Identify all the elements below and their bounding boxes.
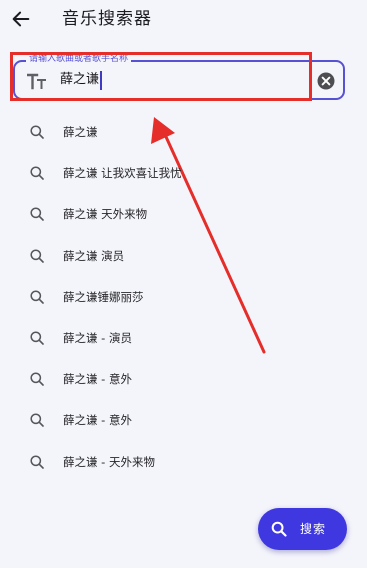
page-title: 音乐搜索器	[62, 9, 152, 29]
clear-circle-icon[interactable]	[317, 72, 335, 90]
search-icon	[30, 166, 44, 180]
suggestion-text: 薛之谦 演员	[63, 248, 125, 263]
back-arrow-icon[interactable]	[10, 8, 32, 30]
text-cursor	[100, 70, 103, 90]
suggestion-item[interactable]: 薛之谦锤娜丽莎	[0, 277, 367, 318]
search-icon	[30, 413, 44, 428]
search-input-text: 薛之谦	[60, 72, 100, 87]
search-input-value[interactable]: 薛之谦	[60, 70, 103, 90]
search-icon	[30, 207, 44, 222]
text-format-icon	[27, 73, 46, 90]
suggestion-item[interactable]: 薛之谦 - 意外	[0, 400, 367, 441]
suggestion-item[interactable]: 薛之谦 演员	[0, 236, 367, 277]
search-icon	[30, 454, 44, 469]
suggestion-list: 薛之谦 薛之谦 让我欢喜让我忧 薛之谦 天外来物 薛之谦 演员 薛之谦锤娜丽莎	[0, 112, 367, 483]
search-icon	[271, 521, 287, 537]
suggestion-item[interactable]: 薛之谦 - 演员	[0, 318, 367, 359]
suggestion-item[interactable]: 薛之谦 - 意外	[0, 359, 367, 400]
search-input-label: 请输入歌曲或者歌手名称	[26, 54, 132, 65]
suggestion-item[interactable]: 薛之谦	[0, 112, 367, 153]
search-icon	[30, 125, 44, 139]
suggestion-item[interactable]: 薛之谦 天外来物	[0, 194, 367, 235]
suggestion-text: 薛之谦 - 意外	[63, 413, 132, 428]
suggestion-text: 薛之谦 - 天外来物	[63, 454, 155, 469]
suggestion-text: 薛之谦	[63, 125, 98, 139]
search-icon	[30, 331, 44, 345]
top-app-bar: 音乐搜索器	[0, 0, 367, 42]
suggestion-text: 薛之谦锤娜丽莎	[63, 289, 144, 304]
search-icon	[30, 372, 44, 386]
search-button[interactable]: 搜索	[258, 508, 347, 550]
search-icon	[30, 290, 44, 304]
search-button-label: 搜索	[300, 522, 327, 536]
suggestion-item[interactable]: 薛之谦 - 天外来物	[0, 442, 367, 483]
suggestion-text: 薛之谦 让我欢喜让我忧	[63, 166, 182, 181]
suggestion-text: 薛之谦 天外来物	[63, 207, 148, 222]
suggestion-item[interactable]: 薛之谦 让我欢喜让我忧	[0, 153, 367, 194]
suggestion-text: 薛之谦 - 演员	[63, 330, 132, 345]
search-icon	[30, 249, 44, 263]
suggestion-text: 薛之谦 - 意外	[63, 372, 132, 387]
